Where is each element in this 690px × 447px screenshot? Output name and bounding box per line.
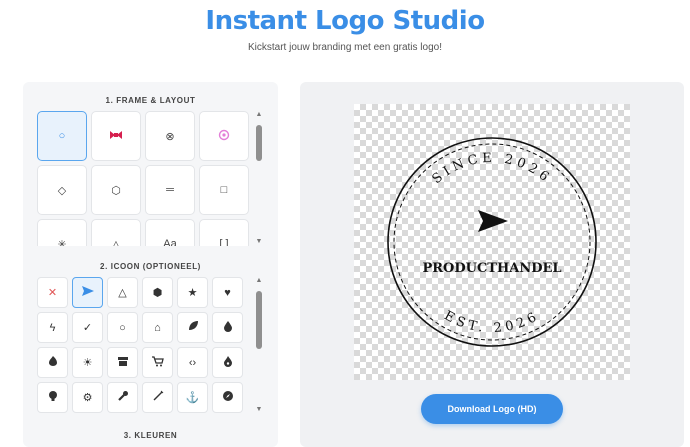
icon-option-circle[interactable]: ○ [107, 312, 138, 343]
text-frame-icon: Aa [163, 238, 177, 246]
icon-option-code[interactable]: ‹› [177, 347, 208, 378]
lines-frame-icon: ═ [166, 184, 174, 196]
icon-option-home[interactable]: ⌂ [142, 312, 173, 343]
frame-option-circle-frame[interactable]: ○ [37, 111, 87, 161]
download-logo-button[interactable]: Download Logo (HD) [421, 394, 563, 424]
icon-grid: ✕ △ ⬢ ★ ♥ ϟ ✓ ○ ⌂ ☀ ‹› ⚙ ⚓ [37, 277, 257, 417]
code-icon: ‹› [188, 356, 197, 369]
scroll-down-icon[interactable]: ▼ [254, 238, 264, 245]
hexagon-icon: ⬢ [152, 287, 163, 299]
fire-icon [223, 355, 233, 370]
logo-outer-ring [387, 137, 597, 347]
diamond-frame-icon: ◇ [57, 184, 67, 197]
ribbon-frame-icon [109, 129, 123, 144]
icon-option-heart[interactable]: ♥ [212, 277, 243, 308]
icon-section: 2. ICOON (OPTIONEEL) ✕ △ ⬢ ★ ♥ ϟ ✓ ○ ⌂ ☀ ‹› ⚙ ⚓ ▲ ▼ [23, 250, 278, 430]
frame-option-brackets-frame[interactable]: [ ] [199, 219, 249, 246]
circle-icon: ○ [119, 321, 126, 334]
send-icon [478, 210, 508, 232]
triangle-frame-icon: △ [111, 238, 121, 247]
sun-icon: ☀ [82, 357, 93, 369]
icon-option-wrench[interactable] [107, 382, 138, 413]
hexagon-frame-icon: ⬡ [111, 184, 121, 197]
frame-option-text-frame[interactable]: Aa [145, 219, 195, 246]
frame-option-star-burst-frame[interactable]: ✳ [37, 219, 87, 246]
home-icon: ⌂ [154, 321, 161, 334]
cart-icon [151, 355, 164, 370]
icon-option-check[interactable]: ✓ [72, 312, 103, 343]
scroll-up-icon[interactable]: ▲ [254, 277, 264, 284]
icon-option-hexagon[interactable]: ⬢ [142, 277, 173, 308]
icon-option-sun[interactable]: ☀ [72, 347, 103, 378]
icon-option-gear[interactable]: ⚙ [72, 382, 103, 413]
icon-option-fire[interactable] [212, 347, 243, 378]
frame-option-ribbon-frame[interactable] [91, 111, 141, 161]
settings-panel: 1. FRAME & LAYOUT ○ ⊗ ◇ ⬡ ═ □ ✳ △ Aa [ ] ▲ ▼ 2. I… [23, 82, 278, 447]
star-icon: ★ [187, 287, 198, 299]
leaf-icon [187, 320, 199, 335]
logo-main-text: PRODUCTHANDEL [422, 261, 561, 276]
logo-dashed-ring [393, 143, 591, 341]
bolt-icon: ϟ [49, 321, 56, 334]
logo-canvas: SINCE 2026 PRODUCTHANDEL EST. 2026 [354, 104, 630, 380]
icon-option-bolt[interactable]: ϟ [37, 312, 68, 343]
icon-option-drop[interactable] [212, 312, 243, 343]
logo-bottom-text: EST. 2026 [441, 308, 542, 336]
frame-option-diamond-frame[interactable]: ◇ [37, 165, 87, 215]
send-icon [81, 285, 95, 300]
cross-circle-frame-icon: ⊗ [165, 130, 175, 143]
frame-option-hexagon-frame[interactable]: ⬡ [91, 165, 141, 215]
check-icon: ✓ [82, 322, 93, 334]
icon-section-title: 2. ICOON (OPTIONEEL) [100, 262, 201, 271]
scroll-down-icon[interactable]: ▼ [254, 406, 264, 413]
icon-option-bulb[interactable] [37, 382, 68, 413]
frame-scrollbar[interactable]: ▲ ▼ [254, 111, 264, 249]
scroll-up-icon[interactable]: ▲ [254, 111, 264, 118]
page-subtitle: Kickstart jouw branding met een gratis l… [248, 42, 442, 53]
bulb-icon [48, 390, 58, 405]
frame-option-square-frame[interactable]: □ [199, 165, 249, 215]
heart-icon: ♥ [224, 286, 231, 299]
frame-option-flower-frame[interactable] [199, 111, 249, 161]
frame-grid: ○ ⊗ ◇ ⬡ ═ □ ✳ △ Aa [ ] [37, 111, 249, 246]
flame-icon [47, 355, 59, 370]
frame-section-title: 1. FRAME & LAYOUT [105, 96, 196, 105]
wand-icon [152, 390, 164, 405]
icon-option-cart[interactable] [142, 347, 173, 378]
logo-top-text: SINCE 2026 [430, 151, 555, 187]
warning-icon: △ [118, 287, 127, 299]
page-title: Instant Logo Studio [205, 6, 485, 36]
wrench-icon [117, 390, 129, 405]
flower-frame-icon [218, 129, 230, 144]
drop-icon [223, 320, 233, 335]
icon-option-leaf[interactable] [177, 312, 208, 343]
frame-option-cross-circle-frame[interactable]: ⊗ [145, 111, 195, 161]
logo-preview: SINCE 2026 PRODUCTHANDEL EST. 2026 [387, 137, 597, 347]
frame-option-lines-frame[interactable]: ═ [145, 165, 195, 215]
icon-option-send[interactable] [72, 277, 103, 308]
icon-scrollbar[interactable]: ▲ ▼ [254, 277, 264, 417]
no-icon: ✕ [47, 287, 58, 299]
circle-frame-icon: ○ [58, 130, 66, 142]
star-burst-frame-icon: ✳ [57, 238, 67, 247]
store-icon [117, 356, 129, 370]
square-frame-icon: □ [220, 184, 228, 196]
icon-option-no[interactable]: ✕ [37, 277, 68, 308]
icon-scroll-thumb[interactable] [256, 291, 262, 349]
compass-icon [222, 390, 234, 405]
icon-option-star[interactable]: ★ [177, 277, 208, 308]
icon-option-warning[interactable]: △ [107, 277, 138, 308]
frame-scroll-thumb[interactable] [256, 125, 262, 161]
icon-option-flame[interactable] [37, 347, 68, 378]
colors-section-title: 3. KLEUREN [123, 431, 178, 440]
preview-panel: SINCE 2026 PRODUCTHANDEL EST. 2026 Downl… [300, 82, 684, 447]
icon-option-wand[interactable] [142, 382, 173, 413]
anchor-icon: ⚓ [185, 392, 200, 404]
icon-option-anchor[interactable]: ⚓ [177, 382, 208, 413]
frame-option-triangle-frame[interactable]: △ [91, 219, 141, 246]
gear-icon: ⚙ [82, 392, 93, 404]
icon-option-store[interactable] [107, 347, 138, 378]
icon-option-compass[interactable] [212, 382, 243, 413]
brackets-frame-icon: [ ] [219, 238, 229, 246]
